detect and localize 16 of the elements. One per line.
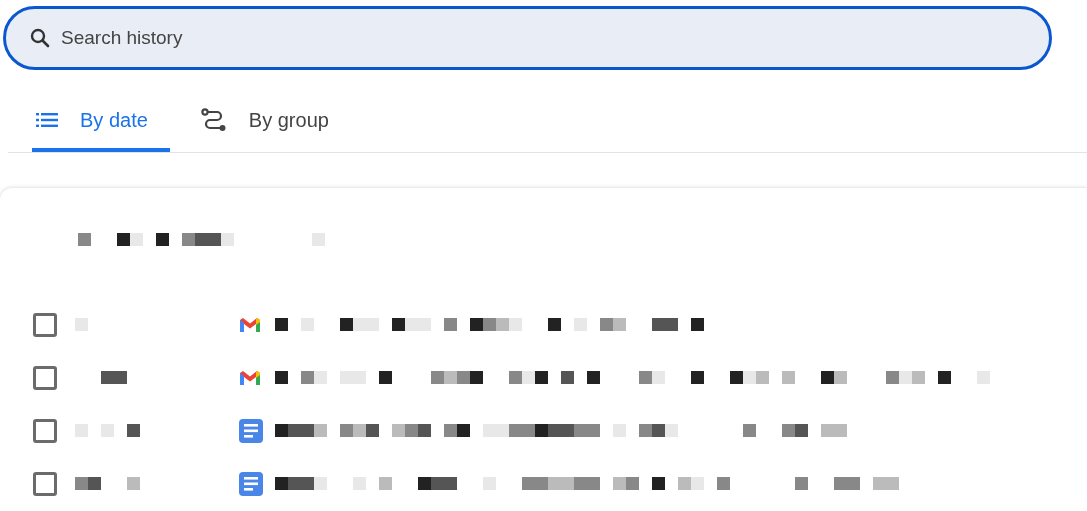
checkbox[interactable] bbox=[33, 365, 57, 390]
document-icon bbox=[239, 418, 263, 443]
route-icon bbox=[200, 107, 227, 132]
tab[interactable]: By group bbox=[196, 87, 351, 152]
mail-icon bbox=[239, 369, 261, 386]
document-icon bbox=[239, 471, 263, 496]
mail-icon bbox=[239, 316, 261, 333]
checkbox[interactable] bbox=[33, 471, 57, 496]
list-icon bbox=[36, 111, 58, 128]
pixelated-time bbox=[101, 371, 127, 384]
pixelated-time bbox=[75, 424, 140, 437]
search-field[interactable]: Search history bbox=[3, 6, 1052, 70]
search-icon bbox=[28, 26, 52, 50]
checkbox[interactable] bbox=[33, 418, 57, 443]
pixelated-time bbox=[75, 477, 140, 490]
checkbox[interactable] bbox=[33, 312, 57, 337]
